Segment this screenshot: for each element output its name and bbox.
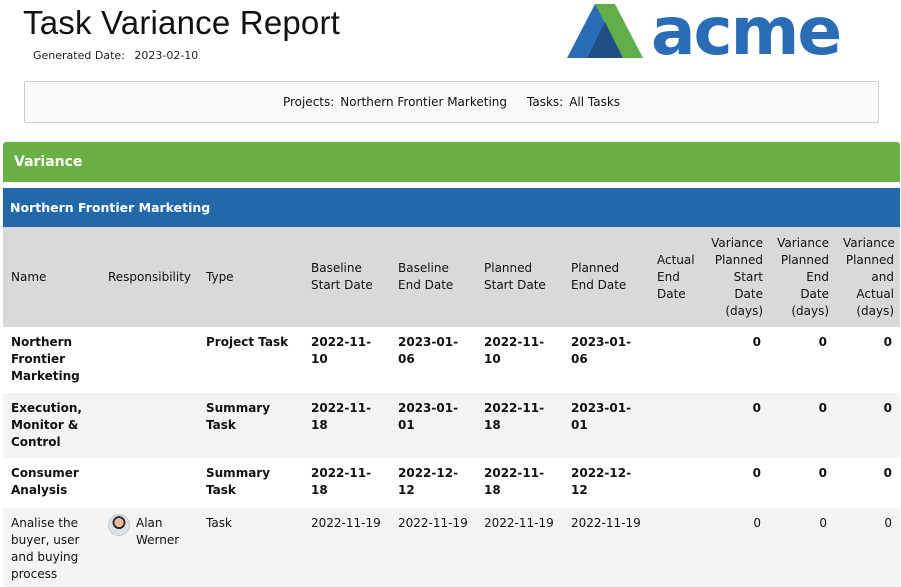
- variance-start: 0: [752, 466, 761, 480]
- actual-end: [649, 508, 703, 587]
- column-header[interactable]: Baseline Start Date: [303, 227, 390, 327]
- avatar: [108, 514, 130, 536]
- planned-start: 2022-11-18: [484, 401, 545, 432]
- svg-text:acme: acme: [651, 4, 840, 58]
- column-header[interactable]: Variance Planned and Actual (days): [835, 227, 900, 327]
- filter-summary: Projects: Northern Frontier Marketing Ta…: [24, 81, 879, 123]
- column-header[interactable]: Name: [3, 227, 100, 327]
- generated-date-value: 2023-02-10: [134, 49, 199, 62]
- planned-end: 2023-01-06: [571, 335, 632, 366]
- planned-start: 2022-11-19: [484, 516, 554, 530]
- baseline-start: 2022-11-10: [311, 335, 372, 366]
- table-row[interactable]: Analise the buyer, user and buying proce…: [3, 508, 900, 587]
- project-group-header[interactable]: Northern Frontier Marketing: [3, 188, 900, 227]
- task-responsibility: [100, 458, 198, 508]
- tasks-filter-value: All Tasks: [569, 95, 621, 109]
- baseline-end: 2022-11-19: [398, 516, 468, 530]
- baseline-start: 2022-11-19: [311, 516, 381, 530]
- planned-start: 2022-11-10: [484, 335, 545, 366]
- task-type: Task: [206, 516, 232, 530]
- task-responsibility-cell: Alan Werner: [100, 508, 198, 587]
- variance-actual: 0: [883, 466, 892, 480]
- column-header[interactable]: Responsibility: [100, 227, 198, 327]
- table-row[interactable]: Consumer Analysis Summary Task 2022-11-1…: [3, 458, 900, 508]
- generated-date-label: Generated Date:: [33, 49, 125, 62]
- variance-section-header[interactable]: Variance: [3, 142, 900, 182]
- variance-start: 0: [752, 335, 761, 349]
- report-title: Task Variance Report: [23, 4, 341, 41]
- table-header-row: Name Responsibility Type Baseline Start …: [3, 227, 900, 327]
- table-row[interactable]: Execution, Monitor & Control Summary Tas…: [3, 393, 900, 458]
- task-name: Execution, Monitor & Control: [11, 401, 82, 449]
- variance-end: 0: [818, 335, 827, 349]
- planned-start: 2022-11-18: [484, 466, 545, 497]
- task-type: Summary Task: [206, 466, 271, 497]
- task-type: Project Task: [206, 335, 289, 349]
- column-header[interactable]: Planned End Date: [563, 227, 649, 327]
- generated-date: Generated Date: 2023-02-10: [33, 49, 198, 62]
- table-row[interactable]: Northern Frontier Marketing Project Task…: [3, 327, 900, 393]
- acme-logo: acme: [567, 4, 842, 58]
- column-header[interactable]: Actual End Date: [649, 227, 703, 327]
- projects-filter-label: Projects:: [282, 95, 335, 109]
- task-type: Summary Task: [206, 401, 271, 432]
- variance-actual: 0: [883, 401, 892, 415]
- variance-start: 0: [753, 516, 761, 530]
- actual-end: [649, 327, 703, 393]
- variance-table: Name Responsibility Type Baseline Start …: [3, 227, 900, 587]
- column-header[interactable]: Variance Planned End Date (days): [769, 227, 835, 327]
- baseline-end: 2023-01-01: [398, 401, 459, 432]
- variance-start: 0: [752, 401, 761, 415]
- actual-end: [649, 458, 703, 508]
- planned-end: 2022-12-12: [571, 466, 632, 497]
- column-header[interactable]: Type: [198, 227, 303, 327]
- variance-end: 0: [819, 516, 827, 530]
- column-header[interactable]: Baseline End Date: [390, 227, 476, 327]
- column-header[interactable]: Variance Planned Start Date (days): [703, 227, 769, 327]
- task-name: Consumer Analysis: [11, 466, 79, 497]
- variance-actual: 0: [884, 516, 892, 530]
- baseline-start: 2022-11-18: [311, 466, 372, 497]
- variance-end: 0: [818, 401, 827, 415]
- actual-end: [649, 393, 703, 458]
- variance-actual: 0: [883, 335, 892, 349]
- projects-filter-value: Northern Frontier Marketing: [340, 95, 508, 109]
- column-header[interactable]: Planned Start Date: [476, 227, 563, 327]
- task-responsibility[interactable]: Alan Werner: [136, 515, 192, 549]
- task-responsibility: [100, 393, 198, 458]
- baseline-end: 2022-12-12: [398, 466, 459, 497]
- planned-end: 2022-11-19: [571, 516, 641, 530]
- planned-end: 2023-01-01: [571, 401, 632, 432]
- tasks-filter-label: Tasks:: [527, 95, 564, 109]
- task-responsibility: [100, 327, 198, 393]
- baseline-start: 2022-11-18: [311, 401, 372, 432]
- variance-end: 0: [818, 466, 827, 480]
- baseline-end: 2023-01-06: [398, 335, 459, 366]
- task-name: Northern Frontier Marketing: [11, 335, 80, 383]
- task-name: Analise the buyer, user and buying proce…: [11, 516, 80, 581]
- variance-table-container[interactable]: Name Responsibility Type Baseline Start …: [3, 227, 900, 587]
